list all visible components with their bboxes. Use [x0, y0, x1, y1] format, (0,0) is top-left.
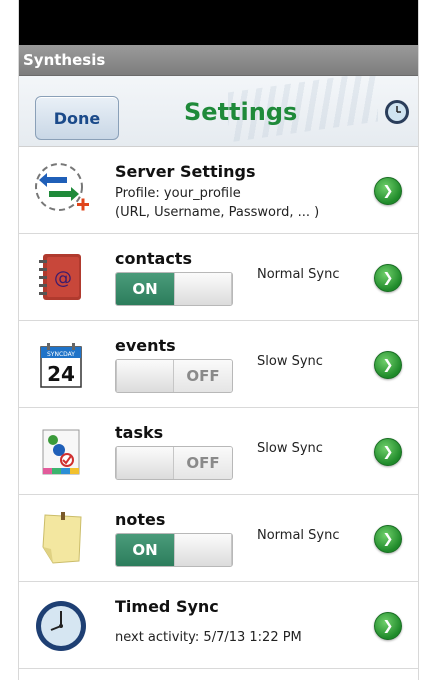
chevron-right-icon: ❯ — [382, 357, 394, 373]
events-sync-toggle[interactable]: OFF — [115, 359, 233, 393]
app-title-bar: Synthesis — [19, 45, 418, 76]
list-item-server-settings[interactable]: Server Settings Profile: your_profile (U… — [19, 147, 418, 234]
contacts-sync-toggle[interactable]: ON — [115, 272, 233, 306]
tasks-sync-mode[interactable]: Slow Sync — [257, 441, 323, 456]
tasks-icon — [42, 429, 80, 475]
calendar-icon: SYNCDAY 24 — [40, 343, 82, 388]
events-arrow-button[interactable]: ❯ — [374, 351, 402, 379]
address-book-icon: @ — [39, 254, 81, 300]
list-item-tasks[interactable]: tasks OFF Slow Sync ❯ — [19, 408, 418, 495]
toggle-off-label: OFF — [174, 360, 232, 392]
list-item-timed-sync[interactable]: Timed Sync next activity: 5/7/13 1:22 PM… — [19, 582, 418, 669]
contacts-sync-mode[interactable]: Normal Sync — [257, 267, 340, 282]
page-title: Settings — [184, 98, 298, 126]
toggle-knob — [116, 360, 174, 392]
status-bar — [19, 0, 418, 45]
app-title: Synthesis — [23, 51, 106, 69]
sync-server-icon — [35, 163, 89, 211]
contacts-arrow-button[interactable]: ❯ — [374, 264, 402, 292]
tasks-title: tasks — [115, 423, 164, 442]
server-settings-title: Server Settings — [115, 162, 256, 181]
list-item-notes[interactable]: notes ON Normal Sync ❯ — [19, 495, 418, 582]
timed-sync-title: Timed Sync — [115, 597, 219, 616]
list-item-contacts[interactable]: @ contacts ON Normal Sync ❯ — [19, 234, 418, 321]
notes-arrow-button[interactable]: ❯ — [374, 525, 402, 553]
contacts-title: contacts — [115, 249, 192, 268]
notes-sync-toggle[interactable]: ON — [115, 533, 233, 567]
tasks-arrow-button[interactable]: ❯ — [374, 438, 402, 466]
list-item-events[interactable]: SYNCDAY 24 events OFF Slow Sync ❯ — [19, 321, 418, 408]
sticky-note-icon — [42, 512, 82, 564]
toggle-on-label: ON — [116, 534, 174, 566]
chevron-right-icon: ❯ — [382, 444, 394, 460]
server-profile-text: Profile: your_profile — [115, 186, 241, 201]
clock-icon — [36, 601, 86, 651]
chevron-right-icon: ❯ — [382, 270, 394, 286]
chevron-right-icon: ❯ — [382, 618, 394, 634]
toggle-off-label: OFF — [174, 447, 232, 479]
done-button[interactable]: Done — [35, 96, 119, 140]
svg-text:@: @ — [54, 268, 72, 289]
next-activity-text: next activity: 5/7/13 1:22 PM — [115, 630, 302, 645]
chevron-right-icon: ❯ — [382, 531, 394, 547]
calendar-month-label: SYNCDAY — [47, 351, 75, 358]
toggle-knob — [174, 534, 232, 566]
toggle-knob — [116, 447, 174, 479]
notes-title: notes — [115, 510, 166, 529]
server-details-text: (URL, Username, Password, ... ) — [115, 205, 320, 220]
chevron-right-icon: ❯ — [382, 183, 394, 199]
app-frame: Synthesis Done Settings Server Settings … — [18, 0, 419, 680]
server-settings-arrow-button[interactable]: ❯ — [374, 177, 402, 205]
events-title: events — [115, 336, 176, 355]
toggle-on-label: ON — [116, 273, 174, 305]
toggle-knob — [174, 273, 232, 305]
alarm-clock-icon[interactable] — [382, 96, 412, 126]
notes-sync-mode[interactable]: Normal Sync — [257, 528, 340, 543]
calendar-day-label: 24 — [47, 362, 75, 386]
tasks-sync-toggle[interactable]: OFF — [115, 446, 233, 480]
events-sync-mode[interactable]: Slow Sync — [257, 354, 323, 369]
timed-sync-arrow-button[interactable]: ❯ — [374, 612, 402, 640]
settings-header: Done Settings — [19, 76, 418, 147]
